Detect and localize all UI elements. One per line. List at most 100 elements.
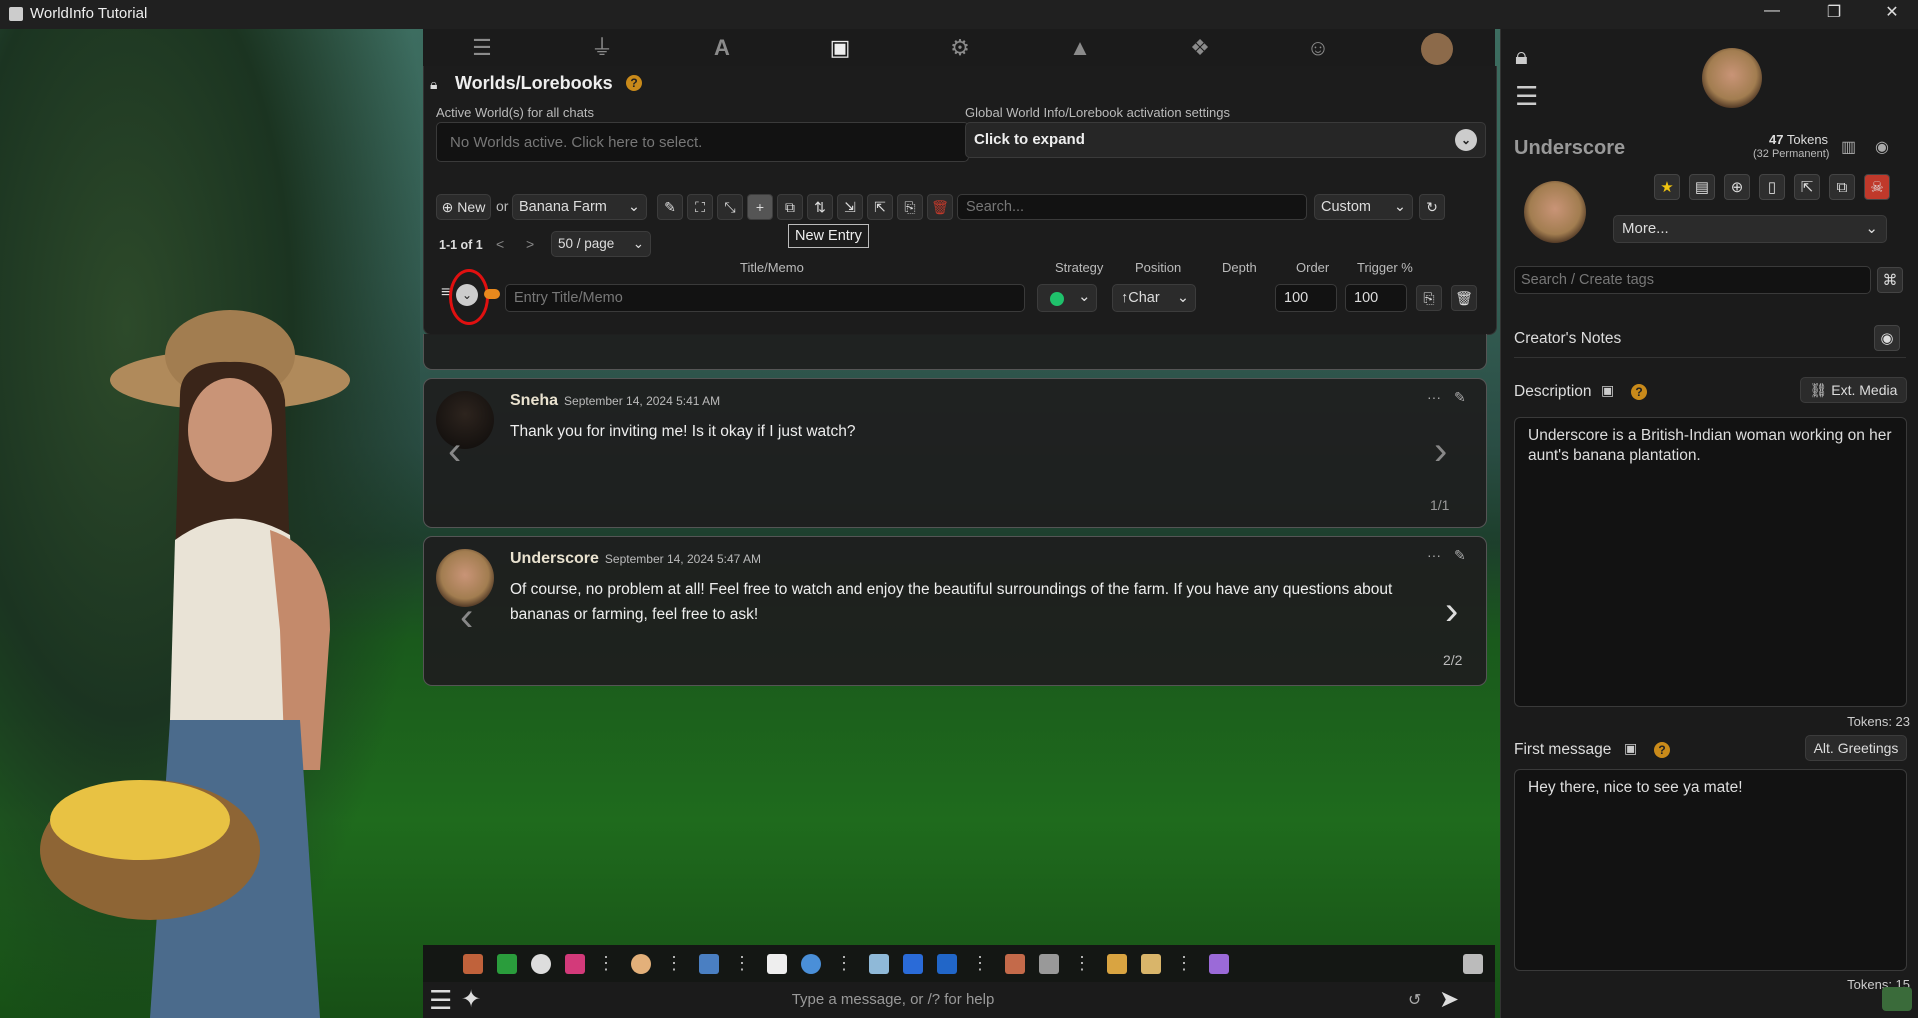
eye-icon[interactable]: ◉ [1874, 325, 1900, 351]
refresh-icon[interactable]: ↻ [1419, 194, 1445, 220]
active-worlds-select[interactable]: No Worlds active. Click here to select. [436, 122, 969, 162]
avatar[interactable] [436, 391, 494, 449]
cloud-icon[interactable] [631, 954, 651, 974]
hourglass-icon[interactable] [1107, 954, 1127, 974]
help-icon[interactable]: ? [626, 75, 642, 91]
piano-icon[interactable] [767, 954, 787, 974]
copy-world-button[interactable]: ⎘ [897, 194, 923, 220]
ext-media-button[interactable]: ⛓ Ext. Media [1800, 377, 1907, 403]
help-icon[interactable]: ? [1631, 384, 1647, 400]
star-icon[interactable]: ★ [1654, 174, 1680, 200]
stats-icon[interactable]: ▥ [1841, 137, 1856, 157]
tag-icon[interactable]: ⌘ [1877, 267, 1903, 293]
list-icon[interactable]: ☰ [1515, 81, 1538, 112]
more-options-icon[interactable]: ··· [1427, 547, 1441, 563]
sliders-icon[interactable]: ☰ [467, 33, 497, 63]
shirt-icon[interactable] [565, 954, 585, 974]
hand-icon[interactable] [1005, 954, 1025, 974]
sort-select[interactable]: Custom ⌄ [1314, 194, 1413, 220]
more-options-icon[interactable]: ··· [1427, 389, 1441, 405]
new-entry-button[interactable]: + [747, 194, 773, 220]
rename-world-button[interactable]: ✎ [657, 194, 683, 220]
chat-bubble-icon[interactable] [531, 954, 551, 974]
home-icon[interactable] [463, 954, 483, 974]
sort-button[interactable]: ⇅ [807, 194, 833, 220]
minimize-button[interactable]: — [1752, 2, 1792, 26]
airplane-icon[interactable] [869, 954, 889, 974]
strategy-select[interactable]: ⌄ [1037, 284, 1097, 312]
delete-entry-button[interactable]: 🗑︎ [1451, 285, 1477, 311]
order-input[interactable]: 100 [1275, 284, 1337, 312]
help-icon[interactable]: ? [1654, 742, 1670, 758]
prev-page-button[interactable]: < [496, 236, 504, 252]
book-globe-icon[interactable]: ▣ [825, 33, 855, 63]
lock-icon[interactable]: 🔒︎ [1515, 43, 1528, 71]
toggle-entry-switch[interactable] [484, 289, 500, 299]
entry-search-input[interactable]: Search... [957, 194, 1307, 220]
expand-all-button[interactable]: ⛶ [687, 194, 713, 220]
maximize-icon[interactable]: ▣ [1624, 740, 1637, 757]
skip-icon[interactable] [903, 954, 923, 974]
message-input[interactable]: Type a message, or /? for help [503, 991, 1283, 1008]
close-window-button[interactable]: ✕ [1872, 2, 1912, 26]
user-gear-icon[interactable]: ⚙ [945, 33, 975, 63]
image-icon[interactable]: ▲ [1065, 33, 1095, 63]
smile-icon[interactable]: ☺ [1303, 33, 1333, 63]
import-button[interactable]: ⇲ [837, 194, 863, 220]
next-page-button[interactable]: > [526, 236, 534, 252]
persona-avatar[interactable] [1421, 33, 1453, 65]
per-page-select[interactable]: 50 / page ⌄ [551, 231, 651, 257]
trigger-input[interactable]: 100 [1345, 284, 1407, 312]
globe-icon[interactable]: ⊕ [1724, 174, 1750, 200]
entry-title-input[interactable]: Entry Title/Memo [505, 284, 1025, 312]
swipe-right-icon[interactable]: › [1434, 429, 1447, 474]
history-icon[interactable]: ↺ [1408, 990, 1421, 1010]
avatar[interactable] [1702, 48, 1762, 108]
chat-bubble-icon[interactable] [1882, 987, 1912, 1011]
world-select[interactable]: Banana Farm ⌄ [512, 194, 647, 220]
number-one-icon[interactable] [937, 954, 957, 974]
hamburger-menu-icon[interactable]: ☰ [429, 985, 452, 1016]
duplicate-button[interactable]: ⧉ [777, 194, 803, 220]
swipe-left-icon[interactable]: ‹ [460, 595, 473, 640]
description-textarea[interactable]: Underscore is a British-Indian woman wor… [1514, 417, 1907, 707]
export-icon[interactable]: ⇱ [1794, 174, 1820, 200]
windows-icon[interactable] [1463, 954, 1483, 974]
chevron-down-icon[interactable]: ⌄ [1455, 129, 1477, 151]
font-a-icon[interactable]: A [707, 33, 737, 63]
trash-basket-icon[interactable] [1039, 954, 1059, 974]
scroll-icon[interactable] [1141, 954, 1161, 974]
copy-entry-button[interactable]: ⎘ [1416, 285, 1442, 311]
alt-greetings-button[interactable]: Alt. Greetings [1805, 735, 1907, 761]
more-select[interactable]: More... ⌄ [1613, 215, 1887, 243]
swipe-left-icon[interactable]: ‹ [448, 429, 461, 474]
new-world-button[interactable]: ⊕ New [436, 194, 491, 220]
book-icon[interactable]: ▤ [1689, 174, 1715, 200]
delete-world-button[interactable]: 🗑︎ [927, 194, 953, 220]
notepad-icon[interactable] [699, 954, 719, 974]
checkbox-icon[interactable] [497, 954, 517, 974]
tags-input[interactable]: Search / Create tags [1514, 266, 1871, 294]
send-icon[interactable]: ➤ [1439, 985, 1459, 1014]
lock-icon[interactable]: 🔒︎ [430, 76, 437, 93]
notebook-icon[interactable]: ▯ [1759, 174, 1785, 200]
restore-button[interactable]: ❐ [1814, 2, 1854, 26]
export-button[interactable]: ⇱ [867, 194, 893, 220]
magic-wand-icon[interactable]: ✦ [461, 985, 481, 1014]
first-message-textarea[interactable]: Hey there, nice to see ya mate! [1514, 769, 1907, 971]
globe-icon[interactable] [801, 954, 821, 974]
position-select[interactable]: ↑Char ⌄ [1112, 284, 1196, 312]
maximize-icon[interactable]: ▣ [1601, 382, 1614, 399]
clone-icon[interactable]: ⧉ [1829, 174, 1855, 200]
character-avatar[interactable] [1524, 181, 1586, 243]
eye-icon[interactable]: ◉ [1875, 137, 1889, 157]
edit-pencil-icon[interactable]: ✎ [1454, 547, 1466, 564]
collapse-all-button[interactable]: ⤡ [717, 194, 743, 220]
skull-delete-icon[interactable]: ☠ [1864, 174, 1890, 200]
plug-icon[interactable]: ⏚ [587, 33, 617, 63]
treasure-icon[interactable] [1209, 954, 1229, 974]
swipe-right-icon[interactable]: › [1445, 589, 1458, 634]
edit-pencil-icon[interactable]: ✎ [1454, 389, 1466, 406]
global-settings-expander[interactable]: Click to expand ⌄ [965, 122, 1486, 158]
cubes-icon[interactable]: ❖ [1185, 33, 1215, 63]
